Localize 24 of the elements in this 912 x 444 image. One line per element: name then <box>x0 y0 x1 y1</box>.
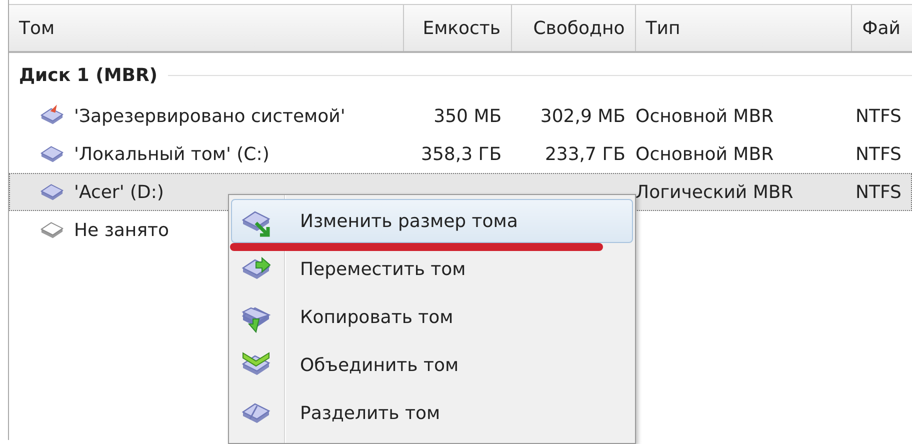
menu-item[interactable]: Изменить размер тома <box>231 199 633 243</box>
column-header[interactable]: Тип <box>636 5 852 51</box>
menu-item[interactable]: Объединить том <box>231 343 633 387</box>
volume-name: 'Локальный том' (C:) <box>74 144 270 164</box>
menu-item[interactable]: Разделить том <box>231 391 633 435</box>
column-header[interactable]: Емкость <box>404 5 512 51</box>
volume-name: 'Acer' (D:) <box>74 182 164 202</box>
type-cell-text: Основной MBR <box>636 144 775 164</box>
column-header[interactable]: Том <box>9 5 404 51</box>
column-header[interactable]: Свободно <box>512 5 636 51</box>
disk-group-title: Диск 1 (MBR) <box>19 64 158 86</box>
volume-name: Не занято <box>74 220 170 240</box>
file-system-cell-text: NTFS <box>854 144 902 164</box>
volume-name: 'Зарезервировано системой' <box>74 106 346 126</box>
capacity-cell-text: 358,3 ГБ <box>420 144 503 164</box>
free-space-cell-text: 233,7 ГБ <box>544 144 627 164</box>
type-cell-text: Логический MBR <box>636 182 794 202</box>
free-space-cell-text: 302,9 МБ <box>539 106 627 126</box>
file-system-cell-text: NTFS <box>854 182 902 202</box>
menu-item[interactable]: Копировать том <box>231 295 633 339</box>
column-header[interactable]: Фай <box>852 5 912 51</box>
capacity-cell-text: 350 МБ <box>432 106 503 126</box>
file-system-cell-text: NTFS <box>854 106 902 126</box>
type-cell-text: Основной MBR <box>636 106 775 126</box>
